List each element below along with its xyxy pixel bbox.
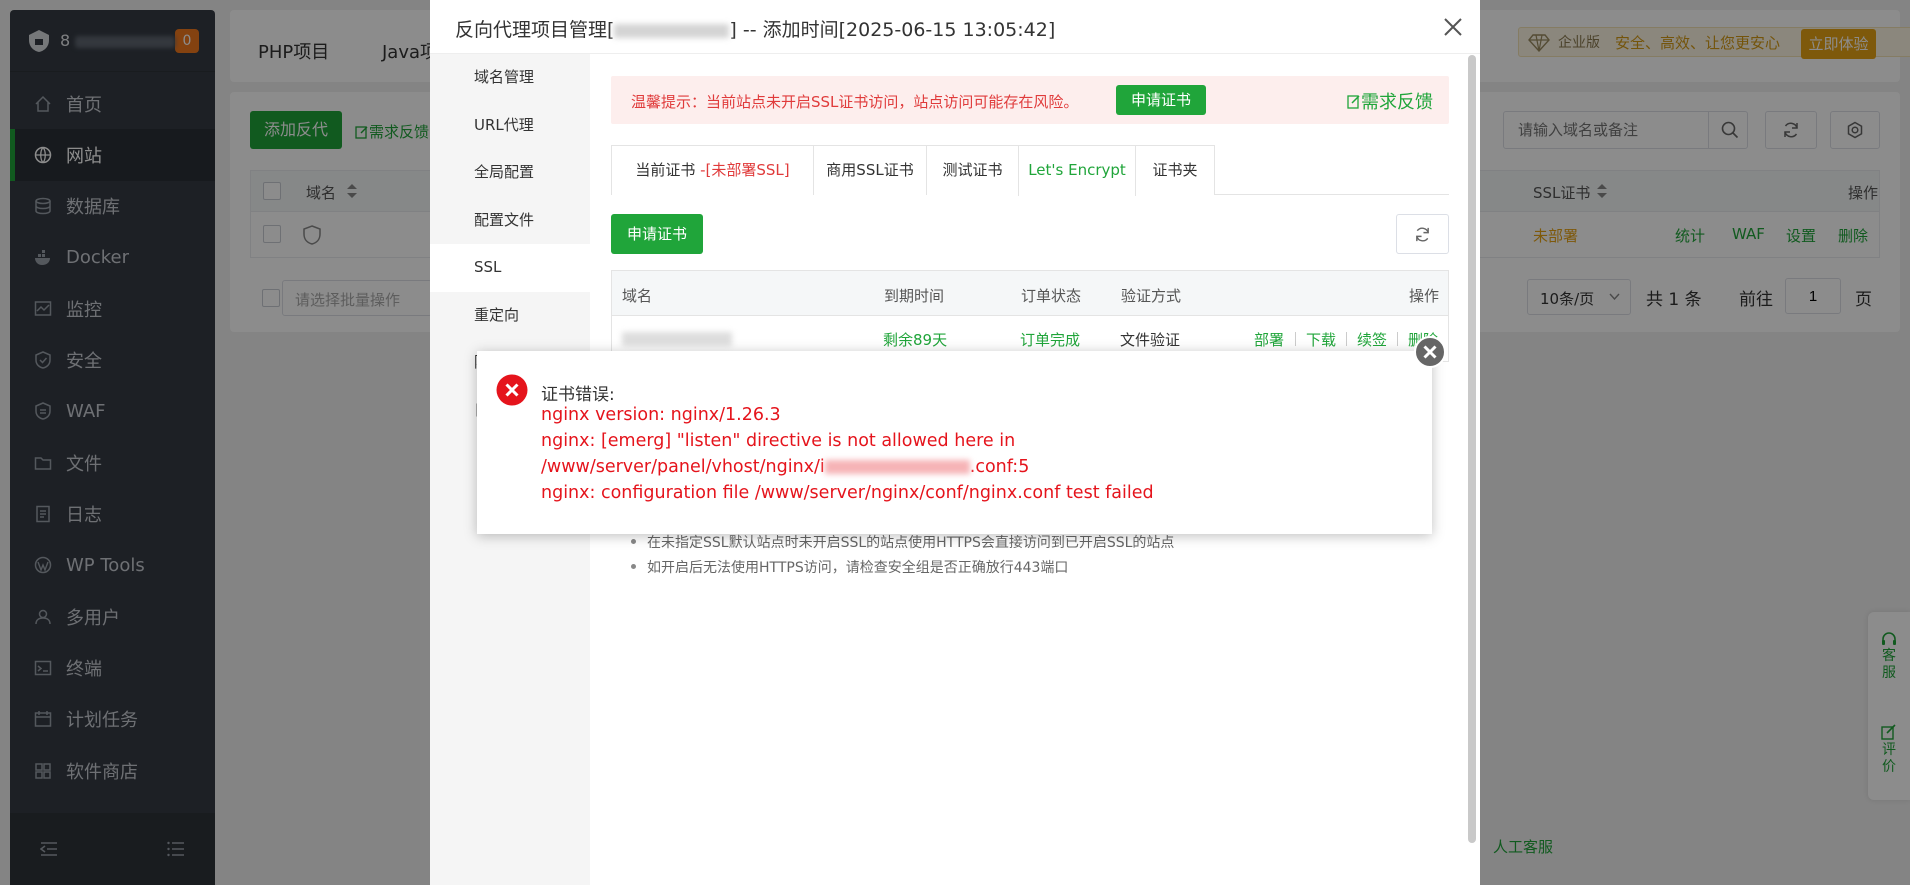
tab-commercial-ssl[interactable]: 商用SSL证书: [813, 145, 927, 195]
ssl-note: 在未指定SSL默认站点时未开启SSL的站点使用HTTPS会直接访问到已开启SSL…: [630, 532, 1174, 552]
error-line: nginx: [emerg] "listen" directive is not…: [541, 431, 1016, 451]
deploy-link[interactable]: 部署: [1254, 329, 1284, 350]
dialog-nav-item[interactable]: SSL: [430, 244, 590, 292]
tab-current-cert[interactable]: 当前证书 -[未部署SSL]: [611, 145, 814, 195]
cert-table-header: 域名 到期时间 订单状态 验证方式 操作: [611, 270, 1449, 316]
col-verify: 验证方式: [1121, 287, 1182, 305]
error-line: nginx version: nginx/1.26.3: [541, 405, 781, 425]
dialog-scrollbar[interactable]: [1468, 55, 1476, 843]
close-error-icon[interactable]: [1414, 336, 1446, 368]
feedback-link[interactable]: 需求反馈: [1347, 88, 1433, 114]
cert-status: 订单完成: [1020, 331, 1081, 349]
col-expire: 到期时间: [884, 287, 945, 305]
dialog-title: 反向代理项目管理[] -- 添加时间[2025-06-15 13:05:42]: [430, 0, 1480, 54]
error-line: /www/server/panel/vhost/nginx/i .conf:5: [541, 457, 1030, 477]
col-domain: 域名: [622, 287, 653, 305]
dialog-nav-item[interactable]: 全局配置: [430, 149, 590, 197]
tab-test-cert[interactable]: 测试证书: [926, 145, 1019, 195]
refresh-cert-button[interactable]: [1396, 214, 1449, 254]
edit-icon: [1347, 94, 1361, 109]
cert-domain-redacted: [622, 332, 732, 346]
dialog-nav-item[interactable]: URL代理: [430, 102, 590, 150]
dialog-nav-item[interactable]: 配置文件: [430, 197, 590, 245]
error-title: 证书错误:: [541, 385, 615, 405]
refresh-icon: [1414, 226, 1431, 243]
ssl-note: 如开启后无法使用HTTPS访问，请检查安全组是否正确放行443端口: [630, 557, 1068, 577]
warning-text: 温馨提示：当前站点未开启SSL证书访问，站点访问可能存在风险。: [631, 93, 1079, 111]
tab-lets-encrypt[interactable]: Let's Encrypt: [1018, 145, 1136, 196]
col-order-status: 订单状态: [1021, 287, 1082, 305]
cert-expire: 剩余89天: [883, 331, 948, 349]
cert-error-popup: 证书错误: nginx version: nginx/1.26.3 nginx:…: [477, 351, 1432, 534]
cert-verify: 文件验证: [1120, 331, 1181, 349]
dialog-nav-item[interactable]: 重定向: [430, 292, 590, 340]
ssl-tabs: 当前证书 -[未部署SSL] 商用SSL证书 测试证书 Let's Encryp…: [611, 145, 1449, 196]
apply-cert-button[interactable]: 申请证书: [611, 214, 703, 254]
renew-link[interactable]: 续签: [1357, 329, 1387, 350]
close-icon[interactable]: [1438, 12, 1468, 42]
divider: [1346, 332, 1347, 346]
download-link[interactable]: 下载: [1306, 329, 1336, 350]
error-line: nginx: configuration file /www/server/ng…: [541, 483, 1154, 503]
apply-cert-warning-button[interactable]: 申请证书: [1116, 85, 1206, 115]
divider: [1397, 332, 1398, 346]
col-ops: 操作: [1409, 287, 1440, 305]
dialog-nav-item[interactable]: 域名管理: [430, 54, 590, 102]
error-icon: [496, 374, 528, 406]
ssl-warning: 温馨提示：当前站点未开启SSL证书访问，站点访问可能存在风险。 申请证书 需求反…: [611, 76, 1449, 124]
divider: [1295, 332, 1296, 346]
tab-cert-folder[interactable]: 证书夹: [1135, 145, 1215, 195]
